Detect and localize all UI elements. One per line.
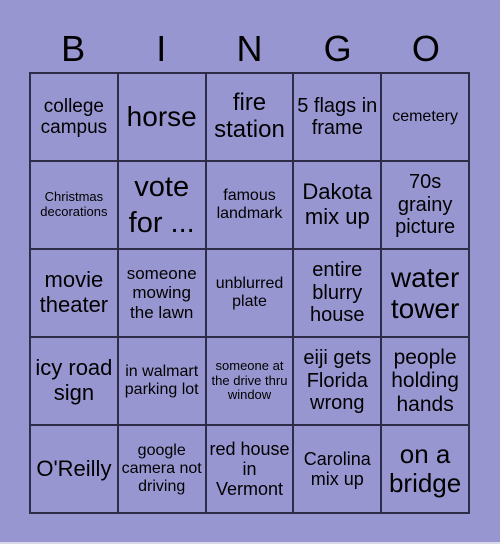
bingo-cell[interactable]: people holding hands <box>381 337 469 425</box>
bingo-cell[interactable]: someone at the drive thru window <box>205 337 294 425</box>
bingo-board: college campus horse fire station 5 flag… <box>29 72 470 514</box>
bingo-cell[interactable]: 70s grainy picture <box>381 161 469 249</box>
bingo-cell[interactable]: Christmas decorations <box>30 161 118 249</box>
bingo-cell[interactable]: unblurred plate <box>205 249 294 337</box>
bingo-cell[interactable]: icy road sign <box>30 337 118 425</box>
bingo-cell[interactable]: red house in Vermont <box>205 425 294 513</box>
bingo-cell[interactable]: in walmart parking lot <box>117 337 206 425</box>
header-letter-i: I <box>156 28 167 69</box>
bingo-cell[interactable]: google camera not driving <box>117 425 206 513</box>
bingo-cell[interactable]: movie theater <box>30 249 118 337</box>
header-letter-n: N <box>236 28 263 69</box>
bingo-cell[interactable]: cemetery <box>381 73 469 161</box>
bingo-cell[interactable]: 5 flags in frame <box>293 73 382 161</box>
bingo-cell[interactable]: famous landmark <box>205 161 294 249</box>
bingo-cell[interactable]: Carolina mix up <box>293 425 382 513</box>
bingo-cell[interactable]: college campus <box>30 73 118 161</box>
bingo-cell[interactable]: entire blurry house <box>293 249 382 337</box>
bingo-cell[interactable]: fire station <box>205 73 294 161</box>
bingo-cell[interactable]: vote for ... <box>117 161 206 249</box>
bingo-cell[interactable]: eiji gets Florida wrong <box>293 337 382 425</box>
bingo-cell[interactable]: O'Reilly <box>30 425 118 513</box>
bingo-cell[interactable]: water tower <box>381 249 469 337</box>
header-letter-o: O <box>411 28 440 69</box>
bingo-cell[interactable]: Dakota mix up <box>293 161 382 249</box>
header-letter-g: G <box>323 28 352 69</box>
header-letter-b: B <box>61 28 86 69</box>
bingo-cell[interactable]: horse <box>117 73 206 161</box>
bingo-cell[interactable]: someone mowing the lawn <box>117 249 206 337</box>
bingo-cell[interactable]: on a bridge <box>381 425 469 513</box>
bingo-header: B I N G O <box>29 28 470 70</box>
